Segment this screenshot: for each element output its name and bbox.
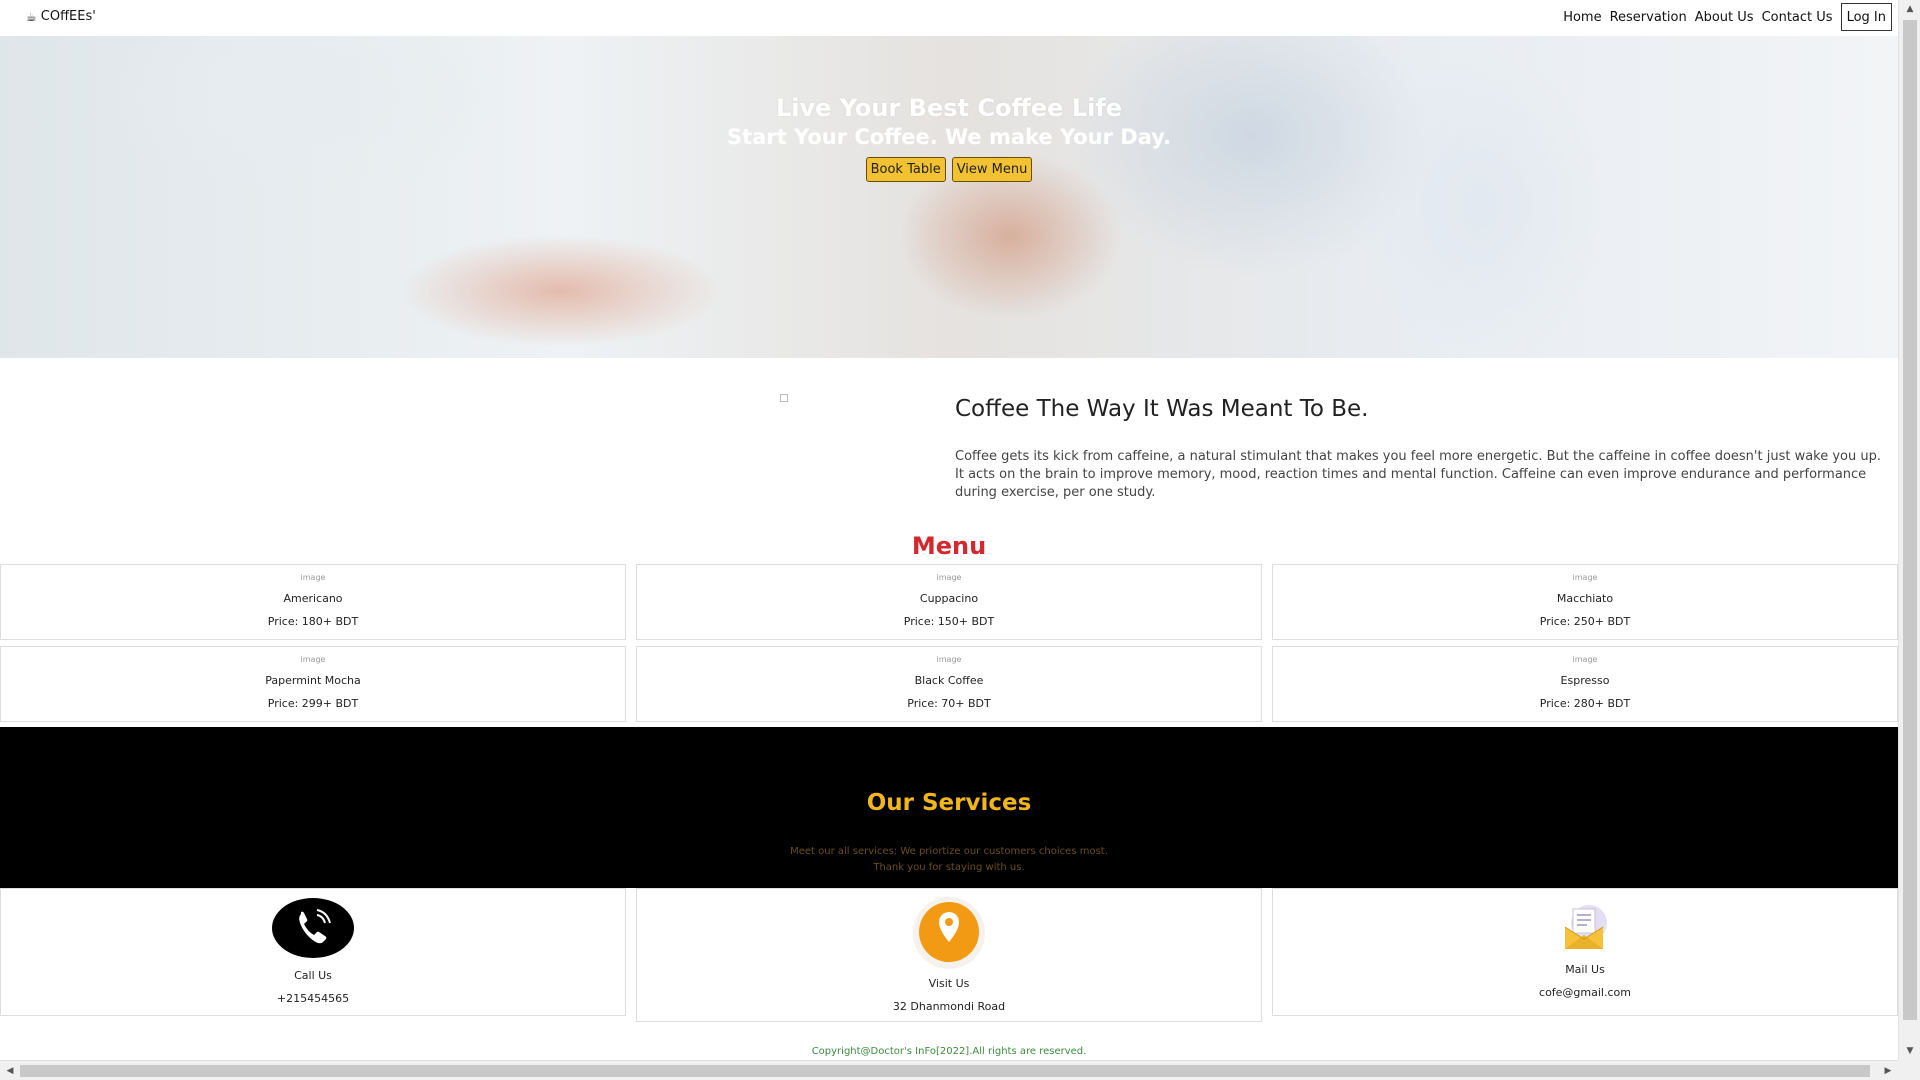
service-card-call[interactable]: Call Us +215454565 [0, 888, 626, 1016]
service-card-mail[interactable]: Mail Us cofe@gmail.com [1272, 888, 1898, 1016]
menu-card-espresso[interactable]: image Espresso Price: 280+ BDT [1272, 646, 1898, 722]
menu-item-price: Price: 280+ BDT [1539, 697, 1631, 710]
location-pin-icon [913, 897, 985, 969]
broken-image-icon [780, 394, 788, 402]
view-menu-button[interactable]: View Menu [951, 157, 1033, 182]
menu-card-americano[interactable]: image Americano Price: 180+ BDT [0, 564, 626, 640]
mail-envelope-icon [1564, 905, 1607, 949]
nav-link-about-us[interactable]: About Us [1691, 5, 1758, 30]
menu-item-price: Price: 70+ BDT [907, 697, 991, 710]
vertical-scrollbar[interactable]: ▲ ▼ [1898, 0, 1920, 1060]
nav-link-contact-us[interactable]: Contact Us [1758, 5, 1837, 30]
services-subtitle-line: Thank you for staying with us. [873, 862, 1025, 873]
menu-item-name: Espresso [1560, 674, 1610, 687]
menu-item-image: image [1572, 655, 1598, 664]
service-email-value: cofe@gmail.com [1539, 986, 1631, 999]
services-subtitle-line: Meet our all services; We priortize our … [790, 846, 1108, 857]
menu-item-name: Cuppacino [919, 592, 979, 605]
service-address-value: 32 Dhanmondi Road [892, 1000, 1006, 1013]
service-phone-value: +215454565 [276, 992, 350, 1005]
hero-subtitle: Start Your Coffee. We make Your Day. [727, 125, 1171, 149]
about-title: Coffee The Way It Was Meant To Be. [955, 396, 1369, 422]
menu-title: Menu [911, 532, 987, 560]
service-label: Call Us [294, 969, 332, 982]
scroll-up-arrow-icon[interactable]: ▲ [1899, 0, 1920, 18]
menu-item-price: Price: 299+ BDT [267, 697, 359, 710]
menu-item-name: Americano [283, 592, 343, 605]
phone-icon [272, 898, 354, 958]
scroll-left-arrow-icon[interactable]: ◀ [0, 1061, 20, 1080]
menu-card-black-coffee[interactable]: image Black Coffee Price: 70+ BDT [636, 646, 1262, 722]
brand-name: COffEEs' [40, 9, 96, 24]
about-text: Coffee gets its kick from caffeine, a na… [955, 449, 1882, 500]
nav-link-reservation[interactable]: Reservation [1606, 5, 1691, 30]
brand-logo[interactable]: ☕ COffEEs' [26, 9, 96, 24]
menu-card-cuppacino[interactable]: image Cuppacino Price: 150+ BDT [636, 564, 1262, 640]
menu-item-image: image [1572, 573, 1598, 582]
hero-banner: Live Your Best Coffee Life Start Your Co… [0, 36, 1898, 358]
horizontal-scrollbar[interactable]: ◀ ▶ [0, 1060, 1920, 1080]
hero-content: Live Your Best Coffee Life Start Your Co… [0, 94, 1898, 182]
menu-item-image: image [936, 655, 962, 664]
page-viewport: ☕ COffEEs' Home Reservation About Us Con… [0, 0, 1898, 1060]
menu-item-image: image [300, 573, 326, 582]
menu-item-name: Papermint Mocha [265, 674, 361, 687]
service-label: Mail Us [1565, 963, 1605, 976]
menu-item-image: image [936, 573, 962, 582]
services-subtitle: Meet our all services; We priortize our … [0, 844, 1898, 876]
service-card-visit[interactable]: Visit Us 32 Dhanmondi Road [636, 888, 1262, 1022]
services-title: Our Services [866, 790, 1032, 816]
about-section: Coffee The Way It Was Meant To Be. Coffe… [0, 358, 1898, 528]
book-table-button[interactable]: Book Table [865, 157, 946, 182]
nav-links: Home Reservation About Us Contact Us Log… [1559, 3, 1892, 31]
menu-item-image: image [300, 655, 326, 664]
vertical-scrollbar-thumb[interactable] [1903, 20, 1917, 1020]
scroll-down-arrow-icon[interactable]: ▼ [1899, 1042, 1920, 1060]
menu-card-papermint-mocha[interactable]: image Papermint Mocha Price: 299+ BDT [0, 646, 626, 722]
footer-copyright: Copyright@Doctor's InFo[2022].All rights… [811, 1046, 1087, 1057]
menu-item-price: Price: 180+ BDT [267, 615, 359, 628]
navbar: ☕ COffEEs' Home Reservation About Us Con… [0, 0, 1898, 36]
login-button[interactable]: Log In [1840, 3, 1892, 31]
menu-card-macchiato[interactable]: image Macchiato Price: 250+ BDT [1272, 564, 1898, 640]
menu-item-name: Black Coffee [914, 674, 984, 687]
horizontal-scrollbar-thumb[interactable] [20, 1065, 1870, 1077]
hero-title: Live Your Best Coffee Life [775, 94, 1123, 122]
coffee-cup-icon: ☕ [26, 9, 37, 24]
menu-item-price: Price: 250+ BDT [1539, 615, 1631, 628]
nav-link-home[interactable]: Home [1559, 5, 1605, 30]
menu-item-name: Macchiato [1556, 592, 1614, 605]
scroll-right-arrow-icon[interactable]: ▶ [1878, 1061, 1898, 1080]
hero-buttons: Book Table View Menu [0, 157, 1898, 182]
scrollbar-corner [1898, 1060, 1920, 1080]
service-label: Visit Us [928, 977, 970, 990]
menu-item-price: Price: 150+ BDT [903, 615, 995, 628]
